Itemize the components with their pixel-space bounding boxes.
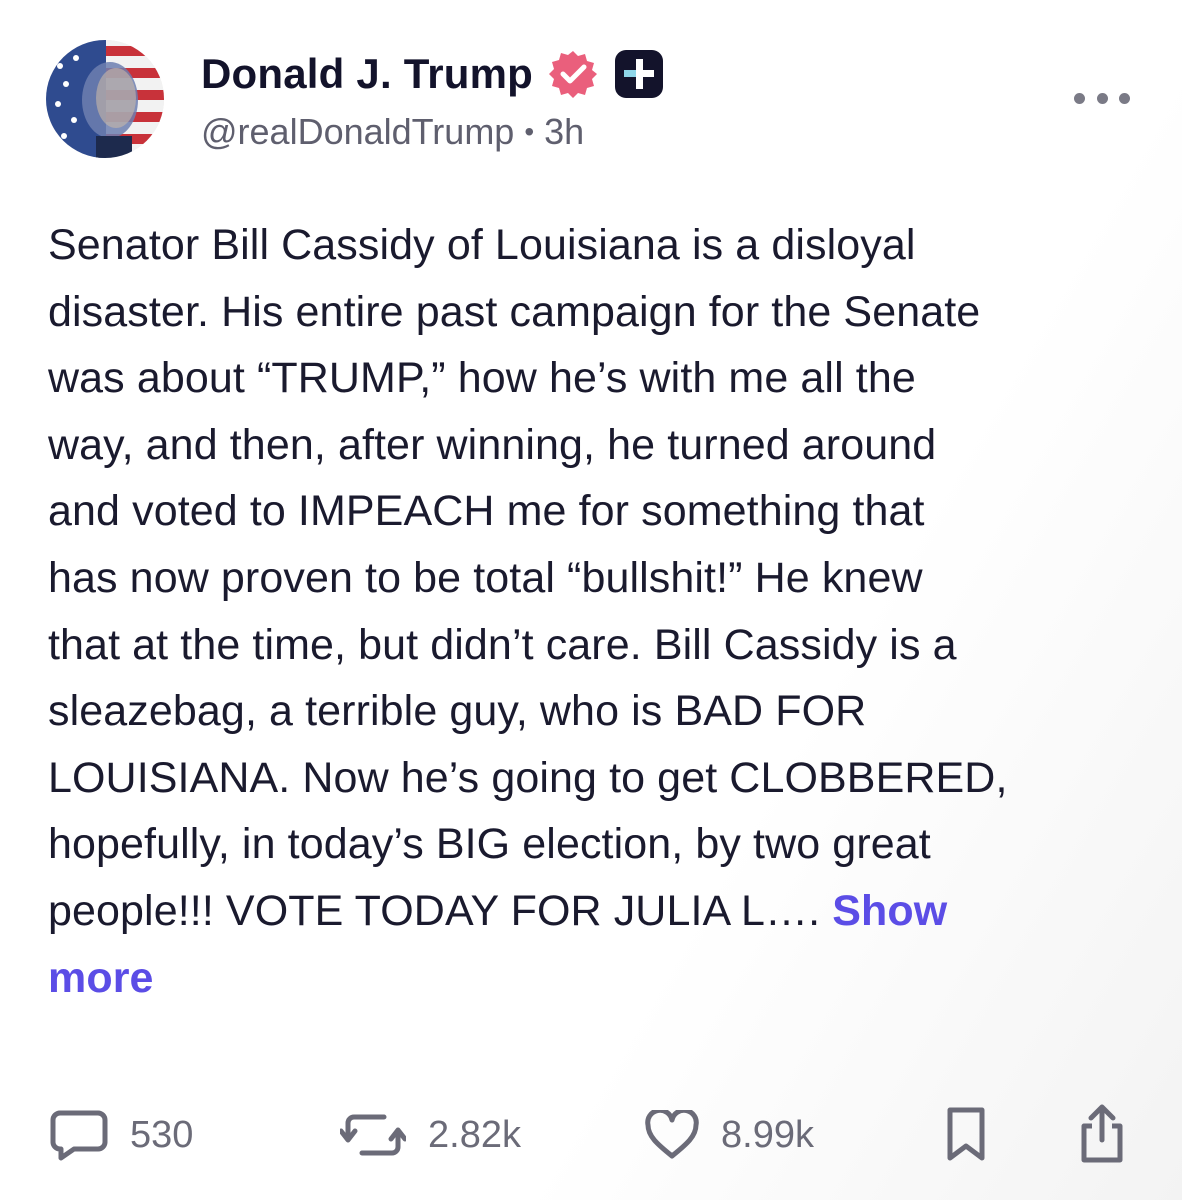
bookmark-icon (944, 1106, 988, 1164)
show-more-link[interactable]: Show (832, 887, 947, 935)
more-dots-icon[interactable] (1074, 84, 1130, 112)
author-meta-row: @realDonaldTrump • 3h (201, 110, 584, 154)
author-name-row: Donald J. Trump (201, 46, 665, 102)
reply-button[interactable]: 530 (50, 1090, 193, 1180)
like-count: 8.99k (721, 1113, 814, 1156)
dot (1119, 92, 1130, 104)
reply-count: 530 (130, 1113, 194, 1156)
like-button[interactable]: 8.99k (645, 1090, 814, 1180)
post-text-line: hopefully, in today’s BIG election, by t… (48, 820, 931, 869)
repost-icon (340, 1109, 406, 1161)
author-handle[interactable]: @realDonaldTrump (201, 111, 514, 153)
meta-separator: • (524, 116, 535, 147)
share-icon (1076, 1104, 1128, 1166)
show-more-link-continued[interactable]: more (48, 954, 154, 1002)
post-text-line: sleazebag, a terrible guy, who is BAD FO… (48, 687, 867, 736)
share-button[interactable] (1076, 1090, 1128, 1180)
truth-plus-badge-icon (613, 48, 665, 100)
dot (1096, 92, 1108, 104)
post-text-line: more (48, 945, 1148, 1012)
restruth-count: 2.82k (428, 1113, 521, 1156)
post-text-line: that at the time, but didn’t care. Bill … (48, 620, 957, 669)
post-text-line-last: people!!! VOTE TODAY FOR JULIA L…. Show (48, 878, 1148, 945)
post-text-line: way, and then, after winning, he turned … (48, 420, 937, 469)
post-text-line: disaster. His entire past campaign for t… (48, 287, 981, 336)
action-bar: 530 2.82k 8.99k (0, 1090, 1182, 1180)
avatar-image (46, 40, 164, 158)
bookmark-button[interactable] (944, 1090, 988, 1180)
heart-icon (645, 1110, 699, 1160)
post-text-truncated: people!!! VOTE TODAY FOR JULIA L…. (48, 886, 833, 935)
restruth-button[interactable]: 2.82k (340, 1090, 521, 1180)
post-text-line: Senator Bill Cassidy of Louisiana is a d… (48, 221, 916, 269)
post-text: Senator Bill Cassidy of Louisiana is a d… (48, 212, 1148, 1011)
author-display-name[interactable]: Donald J. Trump (201, 50, 533, 98)
verified-badge-icon (547, 48, 599, 100)
post-text-line: LOUISIANA. Now he’s going to get CLOBBER… (48, 753, 1008, 802)
post-timestamp[interactable]: 3h (544, 111, 584, 153)
avatar[interactable] (46, 40, 164, 158)
post-card: Donald J. Trump @realDonaldTrump • 3h Se… (0, 0, 1182, 1200)
comment-icon (50, 1109, 108, 1161)
post-text-line: and voted to IMPEACH me for something th… (48, 487, 925, 536)
post-text-line: was about “TRUMP,” how he’s with me all … (48, 354, 916, 403)
dot (1074, 92, 1085, 104)
post-text-line: has now proven to be total “bullshit!” H… (48, 553, 923, 602)
